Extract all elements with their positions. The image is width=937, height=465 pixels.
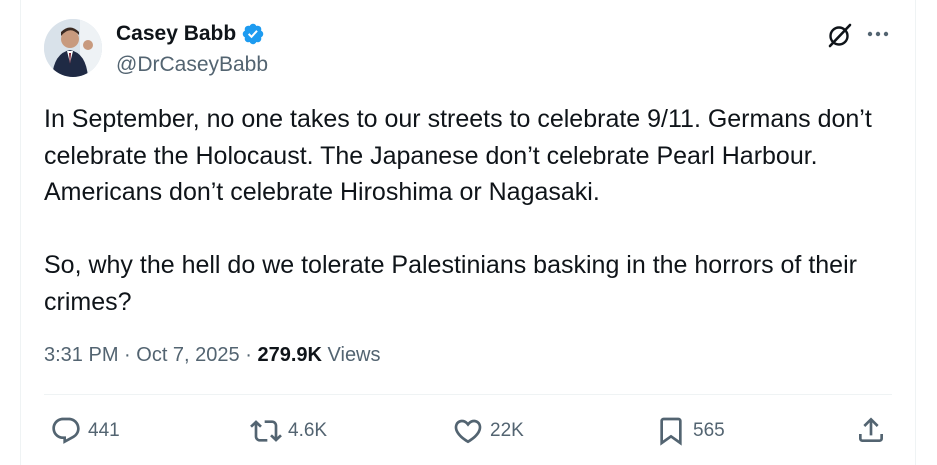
author-display-name[interactable]: Casey Babb xyxy=(116,21,236,47)
author-name-row[interactable]: Casey Babb xyxy=(116,21,265,47)
bookmark-button[interactable]: 565 xyxy=(655,414,725,448)
views-label: Views xyxy=(327,344,381,366)
tweet-time[interactable]: 3:31 PM xyxy=(44,344,118,366)
reply-count: 441 xyxy=(88,420,120,441)
bookmark-count: 565 xyxy=(693,420,725,441)
meta-separator: · xyxy=(118,344,137,366)
share-button[interactable] xyxy=(855,414,887,446)
like-icon xyxy=(452,415,484,447)
verified-badge-icon xyxy=(241,22,265,46)
repost-icon xyxy=(250,415,282,447)
repost-button[interactable]: 4.6K xyxy=(250,414,327,448)
meta-separator: · xyxy=(239,344,258,366)
avatar[interactable] xyxy=(44,19,102,77)
like-button[interactable]: 22K xyxy=(452,414,524,448)
action-bar-divider xyxy=(44,394,892,395)
views-count: 279.9K xyxy=(257,344,322,366)
author-handle[interactable]: @DrCaseyBabb xyxy=(116,52,268,78)
repost-count: 4.6K xyxy=(288,420,328,441)
tweet-text: In September, no one takes to our street… xyxy=(44,105,872,316)
share-icon xyxy=(855,414,887,446)
tweet-metadata: 3:31 PM · Oct 7, 2025 · 279.9K Views xyxy=(44,342,381,368)
more-icon[interactable] xyxy=(864,21,892,49)
like-count: 22K xyxy=(490,420,524,441)
tweet-date[interactable]: Oct 7, 2025 xyxy=(136,344,239,366)
reply-button[interactable]: 441 xyxy=(50,414,120,448)
bookmark-icon xyxy=(655,415,687,447)
grok-icon[interactable] xyxy=(826,21,854,49)
reply-icon xyxy=(50,415,82,447)
